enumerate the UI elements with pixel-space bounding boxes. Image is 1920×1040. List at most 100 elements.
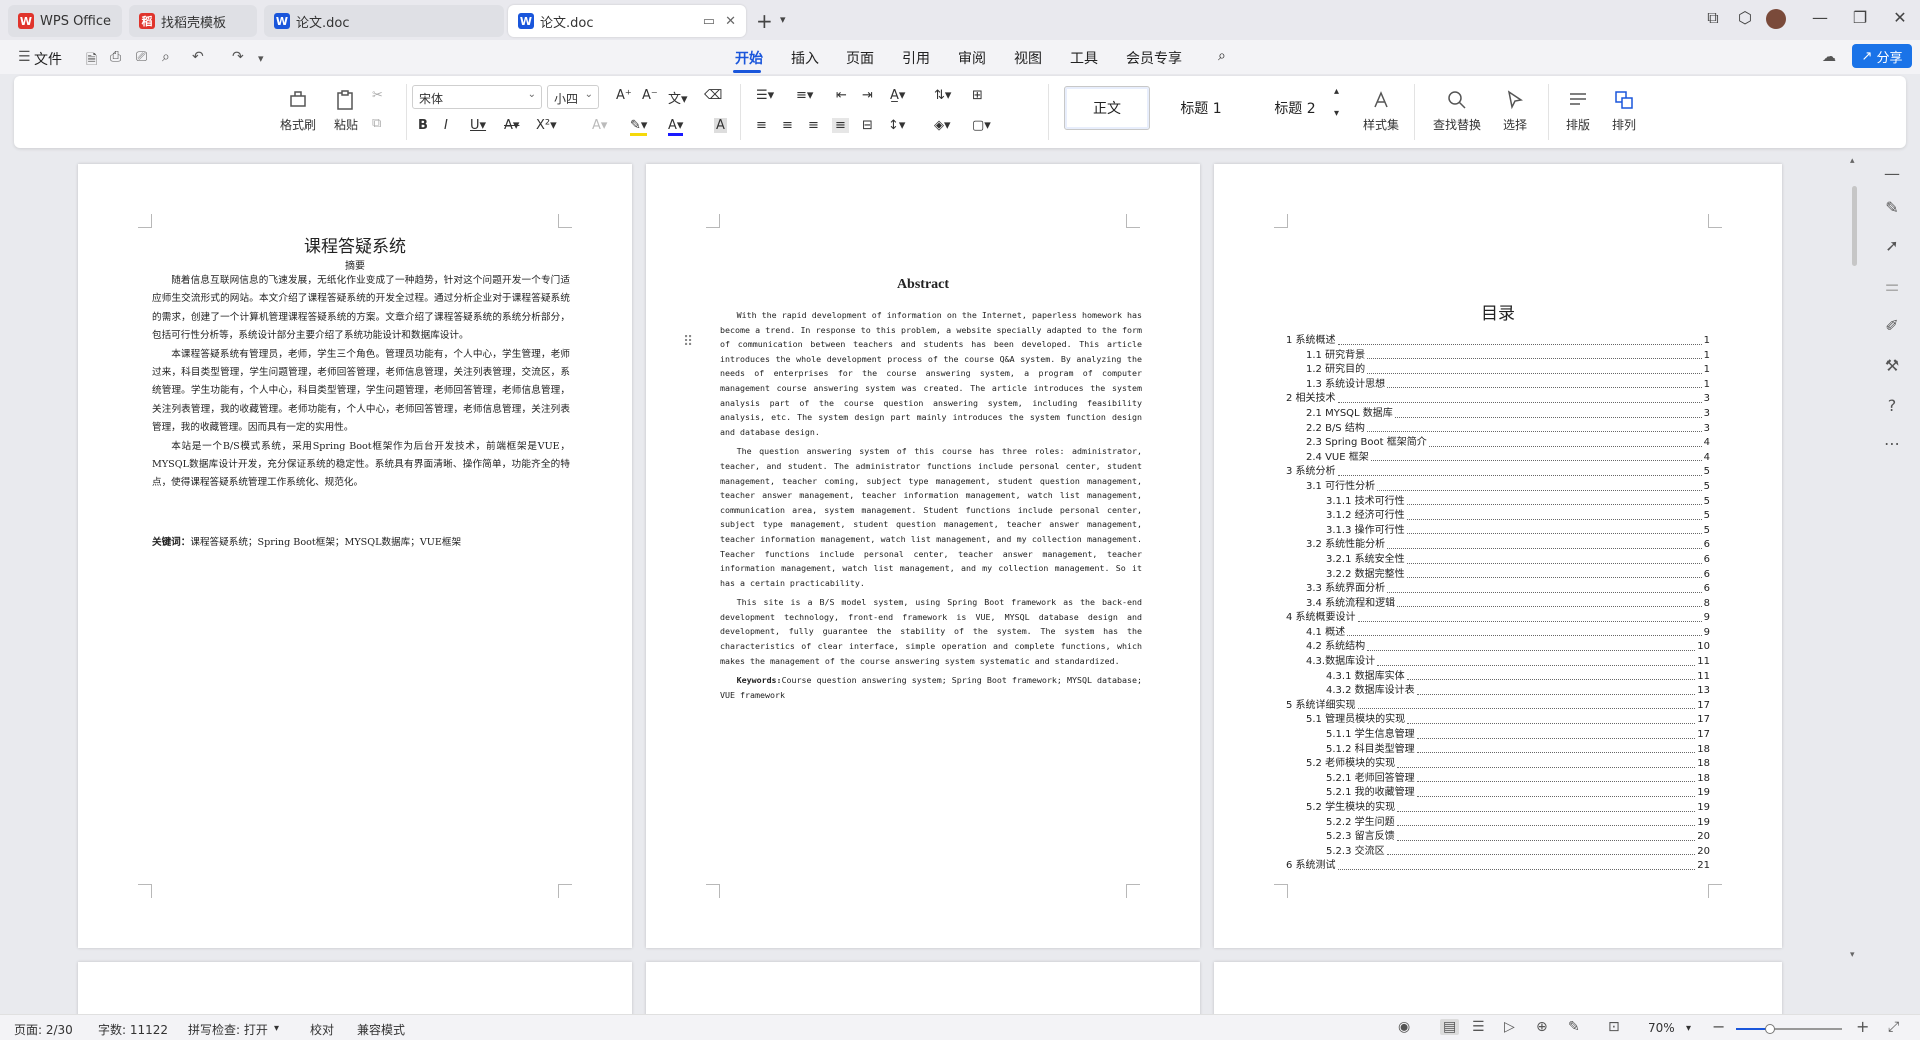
toc-entry[interactable]: 5.1 管理员模块的实现 17 <box>1286 713 1710 728</box>
page-4[interactable] <box>78 962 632 1022</box>
toc-entry[interactable]: 5.2.1 老师回答管理 18 <box>1286 772 1710 787</box>
adjust-icon[interactable]: ⚌ <box>1880 276 1904 295</box>
scroll-up-icon[interactable]: ▴ <box>1850 156 1855 166</box>
cloud-icon[interactable]: ☁ <box>1822 49 1836 65</box>
toc-entry[interactable]: 1 系统概述 1 <box>1286 334 1710 349</box>
tab-close-icon[interactable]: ✕ <box>725 14 736 29</box>
typeset-button[interactable]: 排版 <box>1558 88 1598 133</box>
toc-entry[interactable]: 4.1 概述 9 <box>1286 626 1710 641</box>
toc-entry[interactable]: 3 系统分析 5 <box>1286 465 1710 480</box>
drag-handle-icon[interactable]: ⠿ <box>683 334 693 350</box>
align-center-icon[interactable]: ≡ <box>782 118 793 133</box>
tab-wps-office[interactable]: W WPS Office <box>8 5 122 37</box>
char-shading-icon[interactable]: A <box>714 118 727 133</box>
play-icon[interactable]: ▷ <box>1504 1019 1515 1035</box>
scroll-down-icon[interactable]: ▾ <box>1850 950 1855 960</box>
export-pdf-icon[interactable]: ⎙ <box>110 49 121 65</box>
help-icon[interactable]: ? <box>1880 396 1904 415</box>
toc-entry[interactable]: 5.2 老师模块的实现 18 <box>1286 757 1710 772</box>
align-right-icon[interactable]: ≡ <box>808 118 819 133</box>
redo-icon[interactable]: ↷ <box>232 49 244 65</box>
tab-tools[interactable]: 工具 <box>1070 48 1098 68</box>
strikethrough-icon[interactable]: A▾ <box>504 118 519 133</box>
style-set-button[interactable]: 样式集 <box>1354 88 1408 133</box>
copy-icon[interactable]: ⧉ <box>372 116 381 131</box>
tab-insert[interactable]: 插入 <box>791 48 819 68</box>
page-1[interactable]: 课程答疑系统 摘要 随着信息互联网信息的飞速发展，无纸化作业变成了一种趋势，针对… <box>78 164 632 948</box>
toc-entry[interactable]: 3.4 系统流程和逻辑 8 <box>1286 597 1710 612</box>
align-left-icon[interactable]: ≡ <box>756 118 767 133</box>
toc-entry[interactable]: 5.2.3 交流区 20 <box>1286 845 1710 860</box>
toc-entry[interactable]: 5.2.2 学生问题 19 <box>1286 816 1710 831</box>
toc-entry[interactable]: 4.3.1 数据库实体 11 <box>1286 670 1710 685</box>
zoom-in-icon[interactable]: + <box>1856 1017 1869 1036</box>
toc-entry[interactable]: 2.1 MYSQL 数据库 3 <box>1286 407 1710 422</box>
distribute-icon[interactable]: ⊟ <box>862 118 873 133</box>
format-painter-button[interactable]: 格式刷 <box>278 88 318 133</box>
pointer-icon[interactable]: ➚ <box>1880 236 1904 255</box>
spell-check-toggle[interactable]: 拼写检查: 打开 <box>188 1021 268 1038</box>
toc-entry[interactable]: 1.3 系统设计思想 1 <box>1286 378 1710 393</box>
page-indicator[interactable]: 页面: 2/30 <box>14 1021 73 1038</box>
quick-access-chevron-icon[interactable]: ▾ <box>258 52 264 65</box>
save-icon[interactable]: 🗎 <box>86 49 97 73</box>
text-effect-icon[interactable]: A▾ <box>592 118 607 133</box>
outline-view-icon[interactable]: ☰ <box>1472 1019 1485 1035</box>
cube-icon[interactable]: ⬡ <box>1733 8 1757 27</box>
toc-entry[interactable]: 3.1 可行性分析 5 <box>1286 480 1710 495</box>
line-spacing-icon[interactable]: ↕▾ <box>888 118 905 133</box>
shading-icon[interactable]: ◈▾ <box>934 118 951 133</box>
search-icon[interactable]: ⌕ <box>1218 48 1226 64</box>
tab-home[interactable]: 开始 <box>735 48 763 68</box>
cut-icon[interactable]: ✂ <box>372 88 383 103</box>
minimize-icon[interactable]: — <box>1808 8 1832 27</box>
toc-entry[interactable]: 5.2 学生模块的实现 19 <box>1286 801 1710 816</box>
tab-page[interactable]: 页面 <box>846 48 874 68</box>
print-preview-icon[interactable]: ⌕ <box>162 49 170 65</box>
share-button[interactable]: ↗ 分享 <box>1852 44 1912 68</box>
tab-view[interactable]: 视图 <box>1014 48 1042 68</box>
toc-entry[interactable]: 2.3 Spring Boot 框架简介 4 <box>1286 436 1710 451</box>
toc-entry[interactable]: 2 相关技术 3 <box>1286 392 1710 407</box>
highlight-icon[interactable]: ✎▾ <box>630 118 648 136</box>
toc-entry[interactable]: 3.1.1 技术可行性 5 <box>1286 495 1710 510</box>
page-2[interactable]: Abstract With the rapid development of i… <box>646 164 1200 948</box>
clear-format-icon[interactable]: ⌫ <box>704 88 722 103</box>
print-icon[interactable]: ⎚ <box>136 49 147 65</box>
toc-entry[interactable]: 5.2.1 我的收藏管理 19 <box>1286 786 1710 801</box>
toc-entry[interactable]: 4.3.2 数据库设计表 13 <box>1286 684 1710 699</box>
eye-protection-icon[interactable]: ◉ <box>1398 1019 1410 1035</box>
tab-member[interactable]: 会员专享 <box>1126 48 1182 68</box>
tab-review[interactable]: 审阅 <box>958 48 986 68</box>
toc-entry[interactable]: 5.1.2 科目类型管理 18 <box>1286 743 1710 758</box>
workspace-icon[interactable]: ⧉ <box>1701 8 1725 28</box>
chevron-down-icon[interactable]: ▾ <box>274 1023 279 1034</box>
new-tab-icon[interactable]: + <box>756 9 773 33</box>
toc-entry[interactable]: 2.4 VUE 框架 4 <box>1286 451 1710 466</box>
close-window-icon[interactable]: ✕ <box>1888 8 1912 27</box>
restore-icon[interactable]: ❐ <box>1848 8 1872 27</box>
show-marks-icon[interactable]: ⊞ <box>972 88 983 103</box>
edit-doc-icon[interactable]: ✐ <box>1880 316 1904 335</box>
italic-icon[interactable]: I <box>444 118 448 133</box>
tools-icon[interactable]: ⚒ <box>1880 356 1904 375</box>
web-view-icon[interactable]: ⊕ <box>1536 1019 1548 1035</box>
file-menu[interactable]: 文件 <box>34 49 62 69</box>
write-mode-icon[interactable]: ✎ <box>1568 1019 1580 1035</box>
tab-list-chevron-icon[interactable]: ▾ <box>780 13 786 26</box>
style-normal[interactable]: 正文 <box>1064 86 1150 130</box>
toc-entry[interactable]: 3.2.2 数据完整性 6 <box>1286 568 1710 583</box>
collapse-panel-icon[interactable]: — <box>1880 164 1904 183</box>
toc-entry[interactable]: 1.2 研究目的 1 <box>1286 363 1710 378</box>
bold-icon[interactable]: B <box>418 118 428 133</box>
tab-template-store[interactable]: 稻 找稻壳模板 <box>129 5 257 37</box>
toc-entry[interactable]: 4.3.数据库设计 11 <box>1286 655 1710 670</box>
paste-button[interactable]: 粘贴 <box>326 88 366 133</box>
scrollbar-thumb[interactable] <box>1852 186 1857 266</box>
zoom-slider[interactable] <box>1736 1024 1842 1034</box>
toc-entry[interactable]: 3.1.3 操作可行性 5 <box>1286 524 1710 539</box>
style-heading-1[interactable]: 标题 1 <box>1158 86 1244 130</box>
grow-font-icon[interactable]: A⁺ <box>616 88 632 103</box>
font-name-select[interactable]: 宋体 ⌄ <box>412 85 542 109</box>
page-5[interactable] <box>646 962 1200 1022</box>
